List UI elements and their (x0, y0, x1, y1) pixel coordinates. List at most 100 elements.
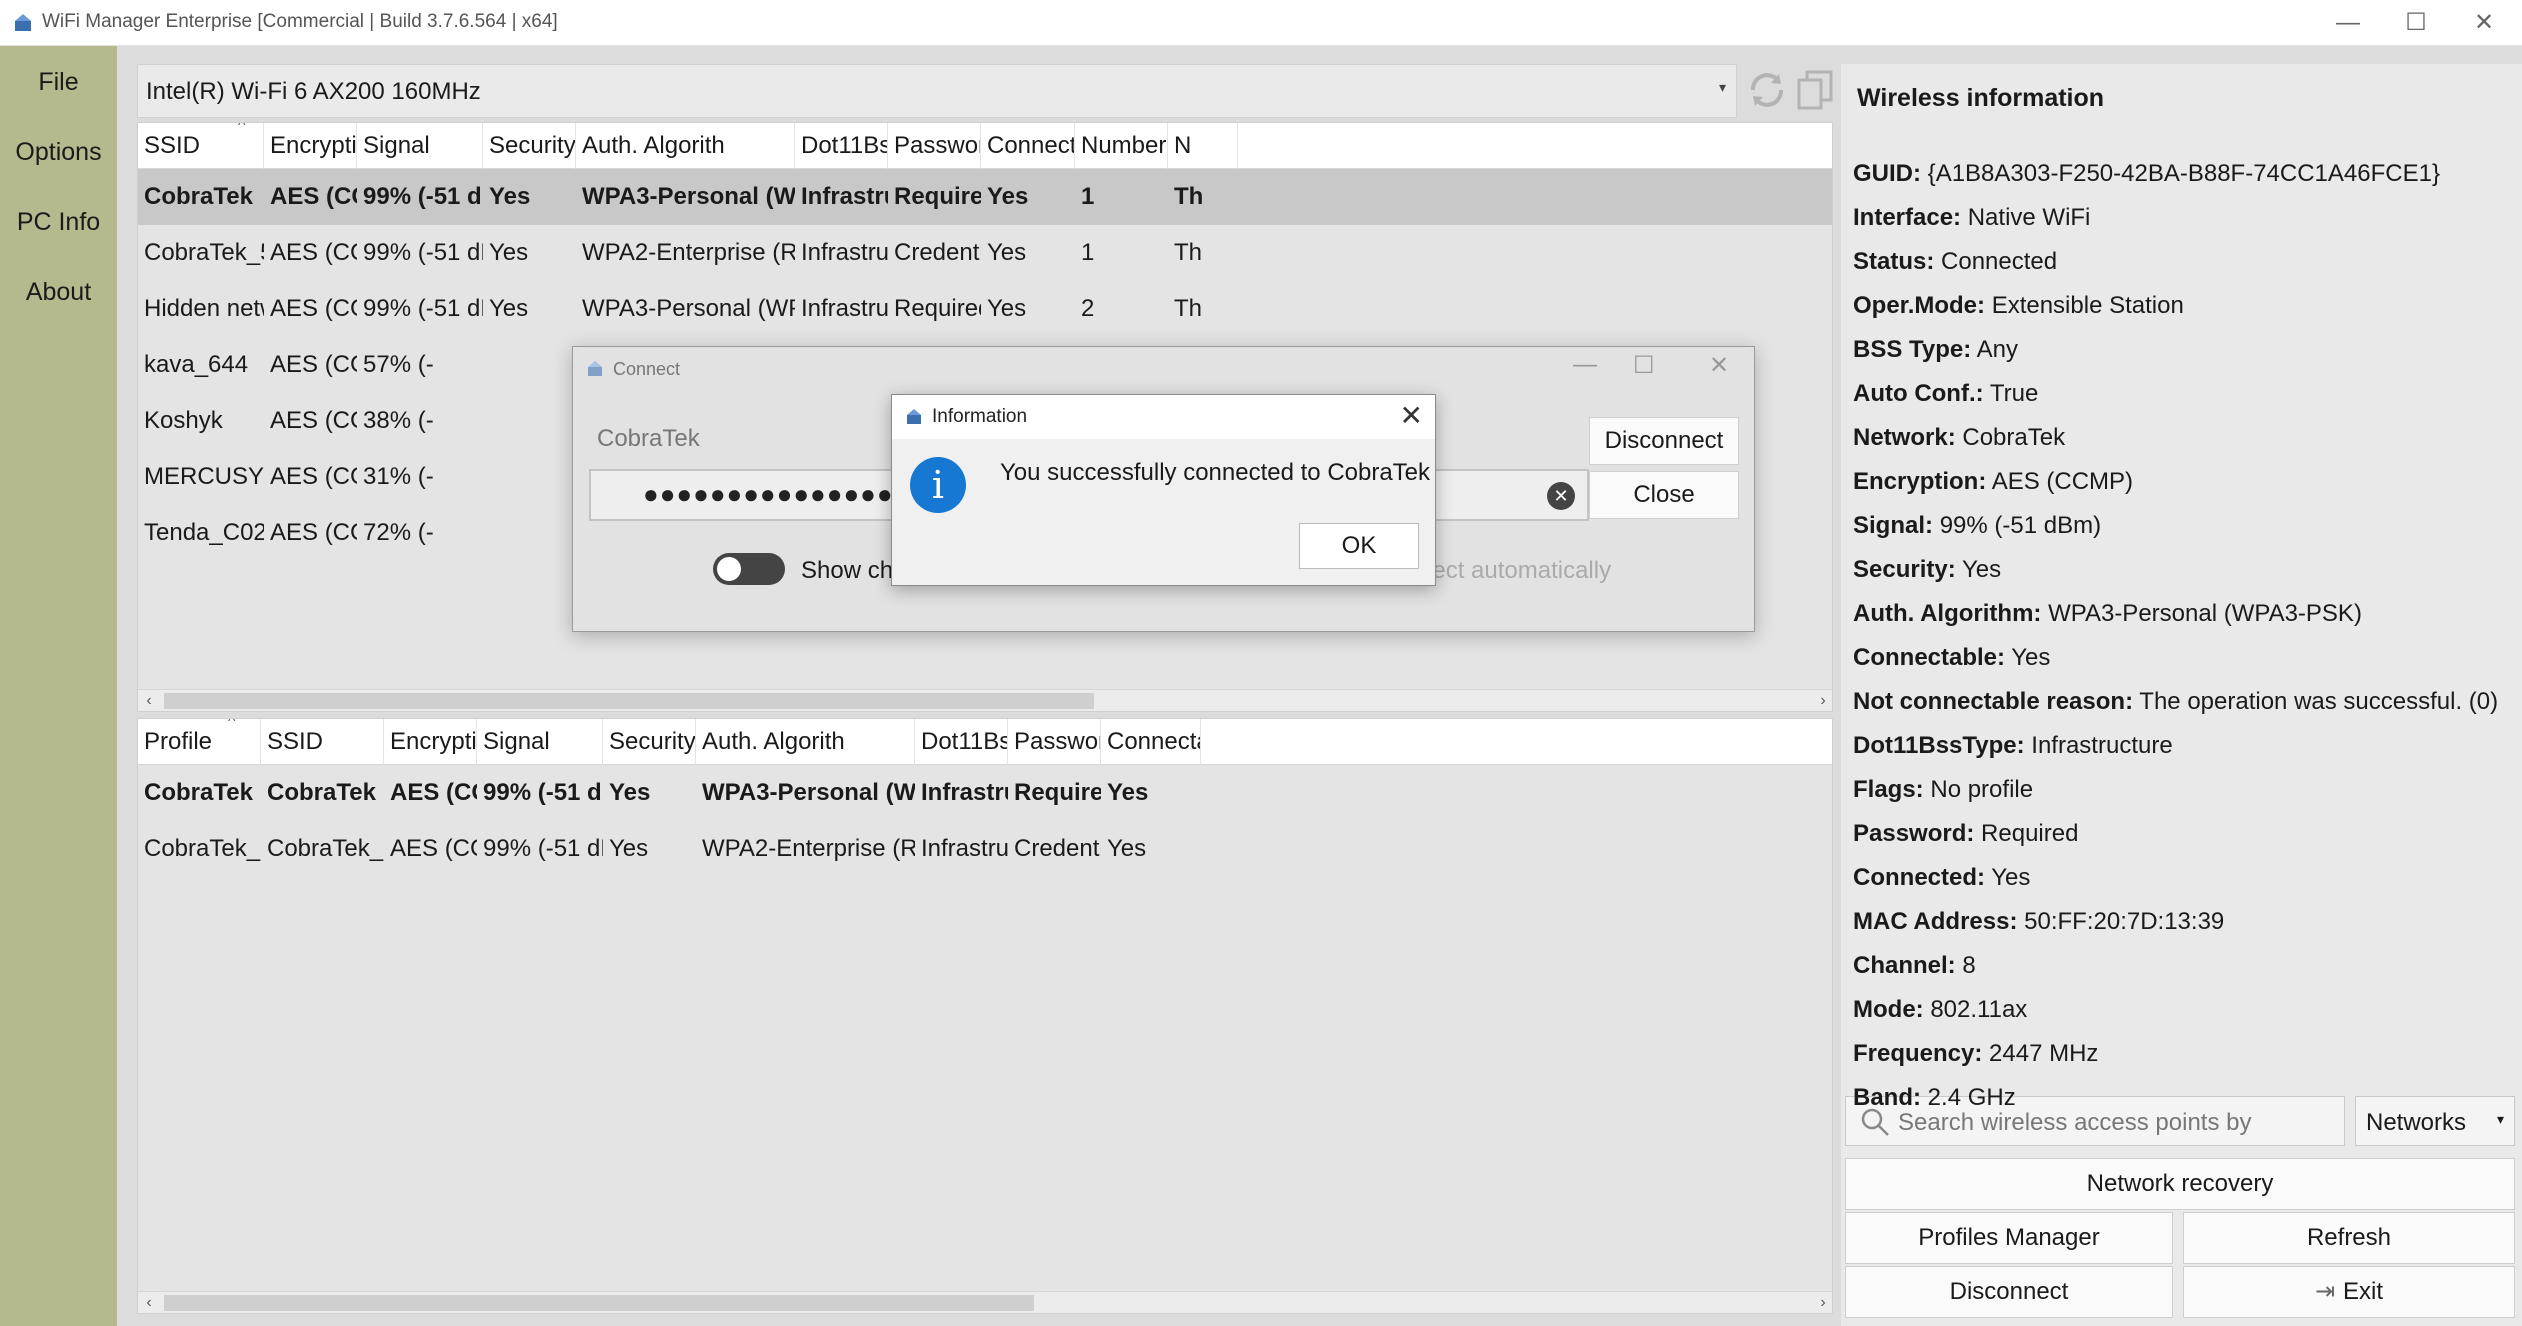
table-cell: AES (CCMP) (270, 351, 357, 378)
scroll-right-icon[interactable]: › (1812, 690, 1832, 711)
column-header[interactable]: SSID (261, 719, 384, 765)
info-key: GUID: (1853, 160, 1921, 187)
information-title: Information (932, 406, 1028, 427)
nav-pc-info[interactable]: PC Info (0, 208, 117, 237)
column-header[interactable]: Number of B (1075, 123, 1168, 169)
connect-network-name: CobraTek (597, 425, 700, 452)
table-cell (483, 505, 576, 561)
nav-about[interactable]: About (0, 278, 117, 307)
refresh-button[interactable]: Refresh (2183, 1212, 2515, 1264)
clear-icon[interactable]: ✕ (1547, 482, 1575, 510)
maximize-button[interactable]: ☐ (2384, 0, 2448, 46)
table-cell: 72% (- (363, 519, 434, 546)
column-header[interactable]: Connectable (981, 123, 1075, 169)
toggle-knob (717, 557, 741, 581)
table-cell: Required (894, 183, 981, 210)
scroll-thumb[interactable] (164, 693, 1094, 709)
ok-button[interactable]: OK (1299, 523, 1419, 569)
column-header[interactable]: Dot11BssTyp (795, 123, 888, 169)
adapter-select[interactable]: Intel(R) Wi-Fi 6 AX200 160MHz ▾ (137, 64, 1737, 118)
column-header[interactable]: Connectable (1101, 719, 1201, 765)
networks-hscrollbar[interactable]: ‹ › (138, 689, 1832, 711)
table-row[interactable]: Hidden networkAES (CCMP)99% (-51 dBm)Yes… (138, 281, 1832, 337)
column-header[interactable]: Encryption (384, 719, 477, 765)
connect-close-button[interactable]: Close (1589, 471, 1739, 519)
info-line: Dot11BssType: Infrastructure (1853, 732, 2173, 760)
info-key: Security: (1853, 556, 1956, 583)
info-key: Auth. Algorithm: (1853, 600, 2042, 627)
table-cell: MERCUSYS_4133 (144, 463, 264, 490)
column-header[interactable]: Auth. Algorith (576, 123, 795, 169)
table-cell: 99% (-51 dBm) (363, 239, 483, 266)
scroll-left-icon[interactable]: ‹ (138, 690, 160, 711)
info-value: Yes (2011, 644, 2051, 671)
close-button[interactable]: ✕ (1709, 351, 1729, 380)
table-cell: Th (1174, 295, 1203, 322)
column-header[interactable]: Security (603, 719, 696, 765)
profiles-header: ProfileSSIDEncryptionSignalSecurityAuth.… (138, 719, 1832, 765)
table-cell: Yes (1107, 779, 1149, 806)
refresh-icon[interactable] (1745, 66, 1789, 114)
nav-file[interactable]: File (0, 68, 117, 97)
info-key: BSS Type: (1853, 336, 1972, 363)
close-button[interactable]: ✕ (2452, 0, 2516, 46)
column-header[interactable]: Auth. Algorith (696, 719, 915, 765)
table-row[interactable]: CobraTek_5GHzCobraTek_5GHzAES (CCMP)99% … (138, 821, 1832, 877)
network-recovery-button[interactable]: Network recovery (1845, 1158, 2515, 1210)
info-line: Status: Connected (1853, 248, 2057, 276)
column-header[interactable]: Encryption (264, 123, 357, 169)
info-line: Signal: 99% (-51 dBm) (1853, 512, 2101, 540)
table-cell: Yes (489, 295, 529, 322)
info-key: Dot11BssType: (1853, 732, 2025, 759)
table-cell: Credentials (894, 239, 981, 266)
connect-dialog-title: Connect (613, 359, 681, 379)
table-row[interactable]: CobraTekAES (CCMP)99% (-51 dBm)YesWPA3-P… (138, 169, 1832, 225)
table-cell: CobraTek (144, 779, 253, 806)
close-icon[interactable]: ✕ (1400, 399, 1423, 432)
info-value: 2447 MHz (1989, 1040, 2099, 1067)
column-header[interactable]: N (1168, 123, 1238, 169)
column-header[interactable]: Password (1008, 719, 1101, 765)
info-line: Interface: Native WiFi (1853, 204, 2090, 232)
column-header[interactable]: Security (483, 123, 576, 169)
column-header[interactable]: Profile (138, 719, 261, 765)
scroll-left-icon[interactable]: ‹ (138, 1292, 160, 1313)
filter-value: Networks (2366, 1109, 2467, 1136)
table-cell: WPA3-Personal (WPA3-PSK) (582, 295, 795, 322)
table-row[interactable]: CobraTek_5GHzAES (CCMP)99% (-51 dBm)YesW… (138, 225, 1832, 281)
minimize-button[interactable]: — (1573, 351, 1597, 379)
maximize-button[interactable]: ☐ (1633, 351, 1655, 380)
info-line: Frequency: 2447 MHz (1853, 1040, 2098, 1068)
column-header[interactable]: Signal (477, 719, 603, 765)
chevron-down-icon: ▾ (1718, 79, 1726, 95)
info-value: No profile (1930, 776, 2034, 803)
show-characters-label: Show ch (801, 557, 894, 584)
main-area: Intel(R) Wi-Fi 6 AX200 160MHz ▾ SSID Encr… (117, 46, 2522, 1326)
table-cell: Th (1174, 239, 1203, 266)
info-value: Native WiFi (1967, 204, 2091, 231)
column-header[interactable]: Signal (357, 123, 483, 169)
minimize-button[interactable]: — (2316, 0, 2380, 46)
table-cell: 1 (1081, 239, 1095, 266)
profiles-manager-button[interactable]: Profiles Manager (1845, 1212, 2173, 1264)
scroll-thumb[interactable] (164, 1295, 1034, 1311)
info-line: Flags: No profile (1853, 776, 2033, 804)
table-row[interactable]: CobraTekCobraTekAES (CCMP)99% (-51 dBm)Y… (138, 765, 1832, 821)
column-header[interactable]: Dot11BssTyp (915, 719, 1008, 765)
profiles-hscrollbar[interactable]: ‹ › (138, 1291, 1832, 1313)
info-key: Connected: (1853, 864, 1985, 891)
column-header[interactable]: Password (888, 123, 981, 169)
exit-button[interactable]: ⇥ Exit (2183, 1266, 2515, 1318)
copy-icon[interactable] (1793, 66, 1837, 114)
table-cell: 99% (-51 dBm) (483, 779, 603, 806)
show-characters-toggle[interactable] (713, 553, 785, 585)
table-cell: CobraTek_5GHz (267, 835, 384, 862)
scroll-right-icon[interactable]: › (1812, 1292, 1832, 1313)
connect-disconnect-button[interactable]: Disconnect (1589, 417, 1739, 465)
info-line: Network: CobraTek (1853, 424, 2065, 452)
info-line: Band: 2.4 GHz (1853, 1084, 2016, 1112)
nav-options[interactable]: Options (0, 138, 117, 167)
app-icon (15, 14, 31, 31)
disconnect-button[interactable]: Disconnect (1845, 1266, 2173, 1318)
filter-select[interactable]: Networks ▾ (2355, 1096, 2515, 1146)
